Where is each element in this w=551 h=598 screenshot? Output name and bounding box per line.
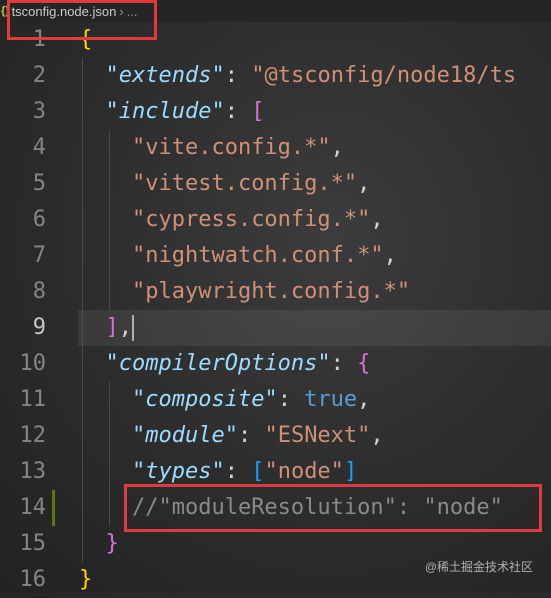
- line-number: 11: [19, 387, 47, 412]
- comma: ,: [357, 387, 371, 412]
- code-line[interactable]: //"moduleResolution": "node": [79, 490, 503, 526]
- line-number: 13: [19, 459, 47, 484]
- comma: ,: [357, 171, 371, 196]
- brace: {: [79, 27, 93, 52]
- code-comment: //"moduleResolution": "node": [131, 495, 503, 520]
- bracket: ]: [105, 315, 119, 340]
- text-cursor: [132, 315, 134, 341]
- code-line[interactable]: {: [79, 22, 92, 58]
- code-line[interactable]: ],: [79, 310, 134, 346]
- line-number: 1: [32, 27, 46, 52]
- code-line[interactable]: "include": [: [79, 94, 265, 130]
- code-line[interactable]: "composite": true,: [79, 382, 370, 418]
- bracket: [: [251, 99, 265, 124]
- line-number: 9: [32, 315, 46, 340]
- code-editor[interactable]: 1 2 3 4 5 6 7 8 9 10 11 12 13 14 15 16 {…: [0, 22, 551, 593]
- breadcrumb-filename[interactable]: tsconfig.node.json: [12, 4, 117, 19]
- line-number: 5: [32, 171, 46, 196]
- json-string: "nightwatch.conf.*": [131, 243, 384, 268]
- json-string: "playwright.config.*": [131, 279, 411, 304]
- line-number: 2: [32, 63, 46, 88]
- code-line[interactable]: "compilerOptions": {: [79, 346, 371, 382]
- colon: :: [237, 423, 265, 448]
- json-boolean: true: [304, 387, 358, 412]
- code-line[interactable]: "types": ["node"]: [79, 454, 357, 490]
- line-number: 7: [32, 243, 46, 268]
- line-number: 10: [19, 351, 47, 376]
- json-string: "vite.config.*": [131, 135, 331, 160]
- watermark: @稀土掘金技术社区: [424, 560, 533, 574]
- json-string: "node": [264, 459, 344, 484]
- line-number: 3: [32, 99, 46, 124]
- colon: :: [330, 351, 358, 376]
- colon: :: [277, 387, 305, 412]
- json-string: "vitest.config.*": [131, 171, 358, 196]
- brace: }: [79, 567, 93, 592]
- line-number: 12: [19, 423, 47, 448]
- code-line[interactable]: "playwright.config.*": [79, 274, 410, 310]
- code-line[interactable]: "extends": "@tsconfig/node18/ts: [79, 58, 517, 94]
- code-line[interactable]: "cypress.config.*",: [79, 202, 384, 238]
- line-number: 8: [32, 279, 46, 304]
- line-number: 4: [32, 135, 46, 160]
- json-key: "include": [105, 99, 225, 124]
- bracket: ]: [343, 459, 358, 484]
- breadcrumb: {} tsconfig.node.json › ...: [0, 0, 551, 22]
- comma: ,: [370, 207, 384, 232]
- colon: :: [224, 99, 252, 124]
- line-number: 14: [19, 495, 47, 520]
- breadcrumb-more[interactable]: ...: [127, 4, 138, 19]
- colon: :: [224, 459, 252, 484]
- comma: ,: [118, 315, 132, 340]
- line-number: 6: [32, 207, 46, 232]
- code-line[interactable]: "module": "ESNext",: [79, 418, 384, 454]
- json-key: "types": [131, 459, 225, 484]
- line-number: 15: [19, 531, 47, 556]
- json-key: "module": [131, 423, 238, 448]
- code-line[interactable]: "nightwatch.conf.*",: [79, 238, 397, 274]
- comma: ,: [370, 423, 384, 448]
- json-key: "compilerOptions": [105, 351, 331, 376]
- json-key: "composite": [131, 387, 278, 412]
- bracket: [: [251, 459, 265, 484]
- colon: :: [224, 63, 252, 88]
- json-string: "ESNext": [264, 423, 371, 448]
- brace: }: [105, 531, 119, 556]
- code-line[interactable]: }: [79, 526, 119, 562]
- json-string: "cypress.config.*": [131, 207, 371, 232]
- chevron-right-icon: ›: [119, 3, 124, 19]
- comma: ,: [330, 135, 344, 160]
- brace: {: [357, 351, 371, 376]
- json-key: "extends": [105, 63, 225, 88]
- comma: ,: [383, 243, 397, 268]
- code-line[interactable]: "vitest.config.*",: [79, 166, 370, 202]
- json-file-icon: {}: [1, 5, 10, 17]
- json-string: "@tsconfig/node18/ts: [251, 63, 517, 88]
- code-line[interactable]: "vite.config.*",: [79, 130, 344, 166]
